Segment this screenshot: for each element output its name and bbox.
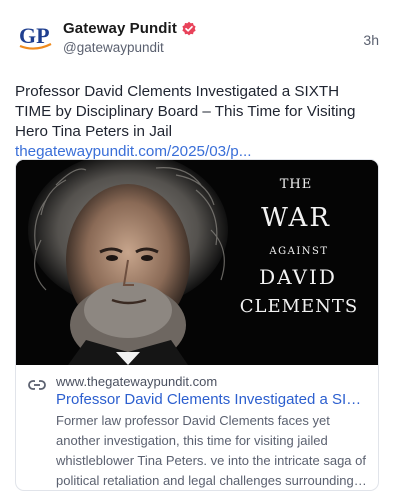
avatar[interactable]: GP: [15, 14, 59, 58]
portrait-image: [16, 160, 378, 365]
image-text-war: WAR: [261, 203, 331, 233]
link-preview-card[interactable]: THE WAR AGAINST DAVID CLEMENTS www.thega…: [15, 159, 379, 491]
verified-badge-icon: [181, 21, 197, 37]
link-chain-icon: [28, 378, 46, 396]
image-text-the: THE: [279, 177, 313, 192]
card-domain: www.thegatewaypundit.com: [56, 374, 218, 389]
card-description: Former law professor David Clements face…: [56, 413, 366, 488]
name-row: Gateway Pundit: [63, 20, 379, 37]
author-names: Gateway Pundit @gatewaypundit: [63, 12, 379, 55]
post-body: Professor David Clements Investigated a …: [15, 83, 356, 140]
post-text: Professor David Clements Investigated a …: [15, 82, 379, 162]
svg-text:GP: GP: [19, 23, 50, 48]
post-timestamp[interactable]: 3h: [363, 32, 379, 48]
gateway-pundit-logo-icon: GP: [19, 23, 52, 50]
image-text-against: AGAINST: [269, 246, 329, 257]
card-title[interactable]: Professor David Clements Investigated a …: [56, 390, 366, 409]
post: GP Gateway Pundit @gatewaypundit 3h Prof…: [0, 0, 394, 500]
image-text-clements: CLEMENTS: [239, 296, 359, 317]
card-body: www.thegatewaypundit.com Professor David…: [16, 365, 378, 490]
post-header: GP Gateway Pundit @gatewaypundit 3h: [15, 12, 379, 64]
handle[interactable]: @gatewaypundit: [63, 40, 379, 55]
image-text-david: DAVID: [259, 265, 337, 289]
display-name[interactable]: Gateway Pundit: [63, 20, 177, 37]
card-image[interactable]: THE WAR AGAINST DAVID CLEMENTS: [16, 160, 378, 365]
